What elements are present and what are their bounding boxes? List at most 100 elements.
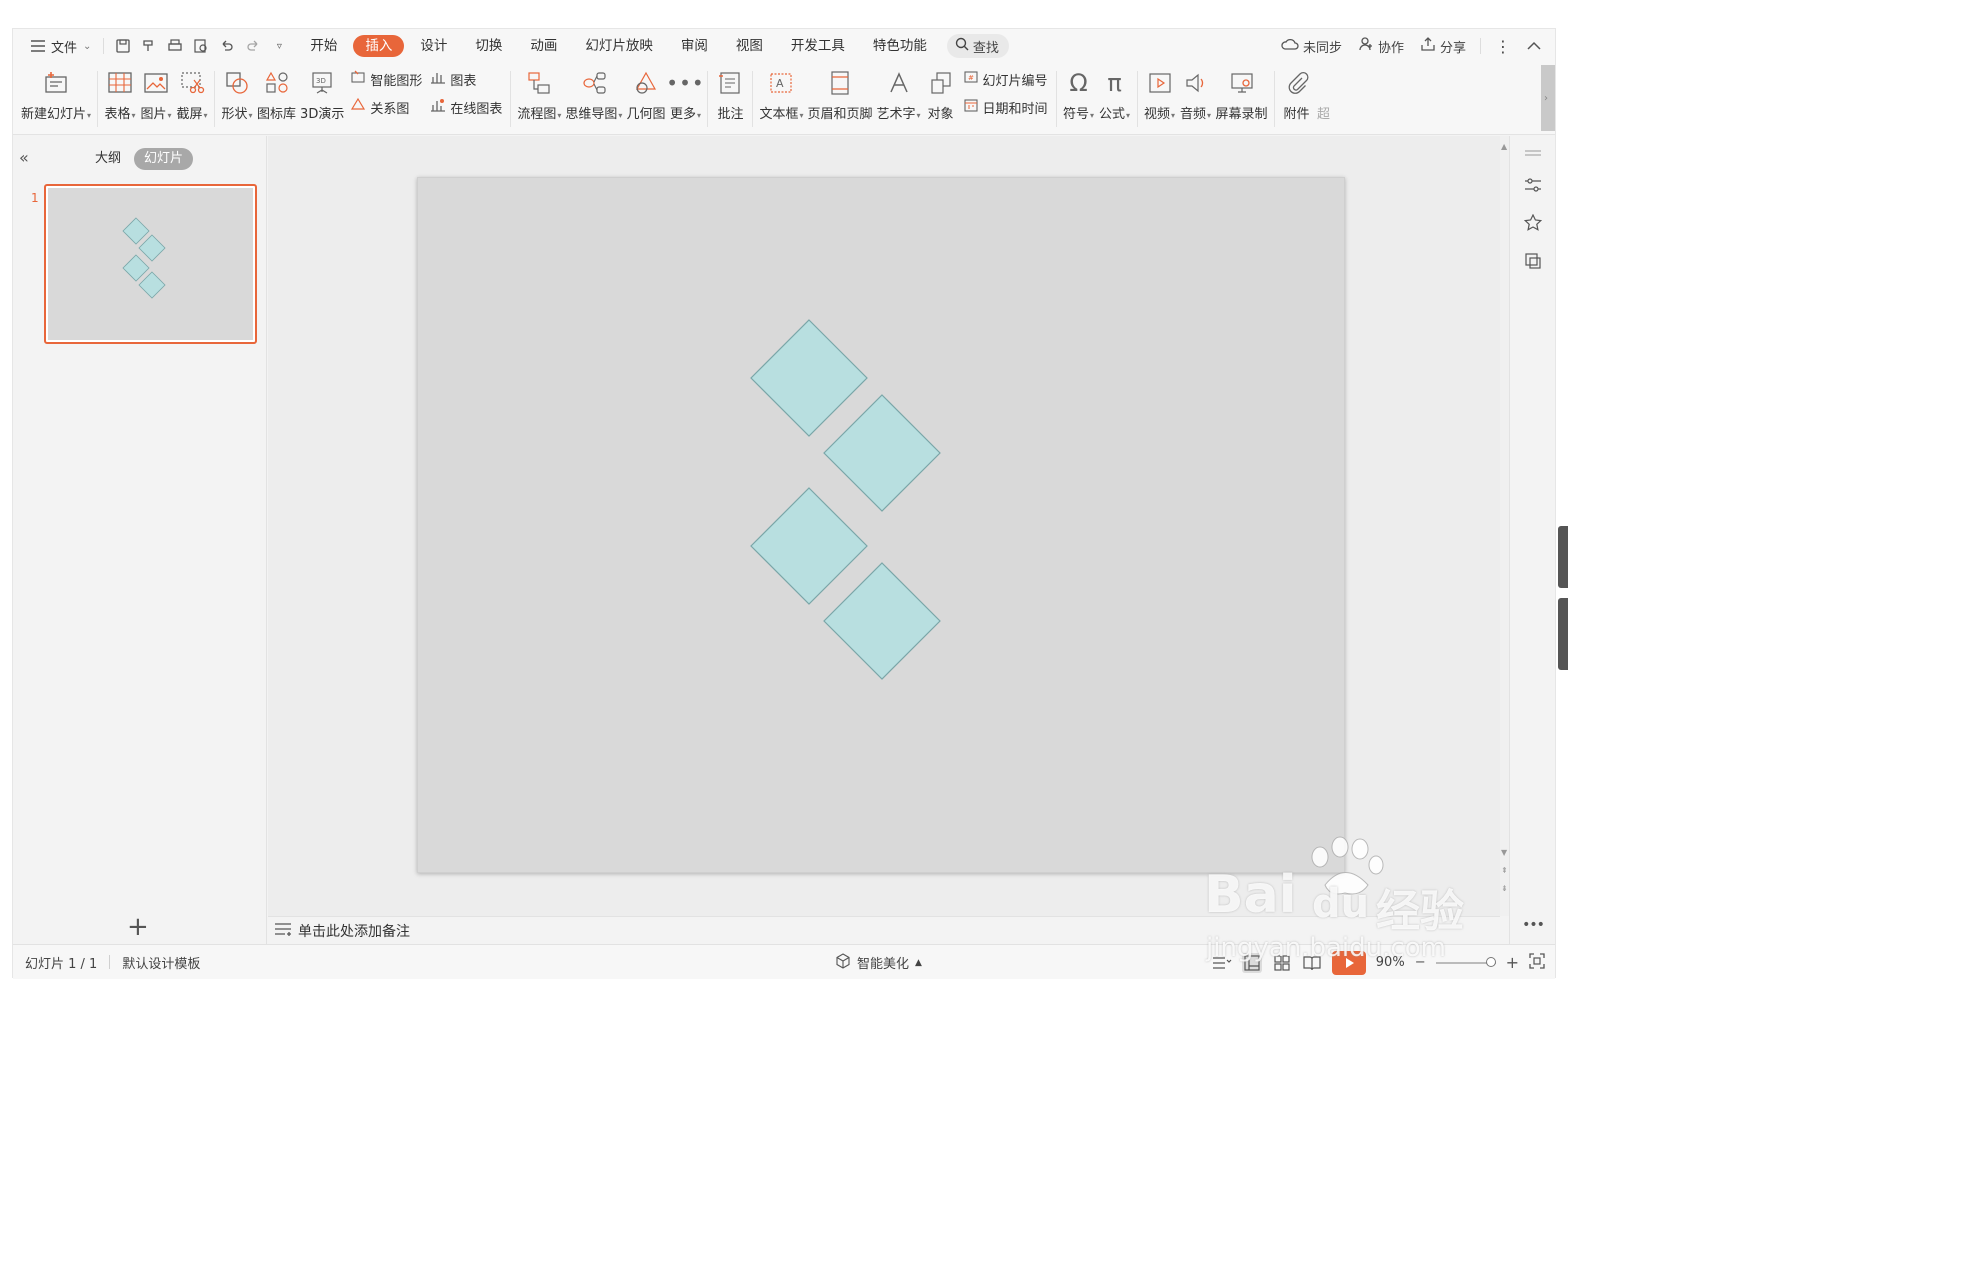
- diamond-shape-2[interactable]: [823, 394, 941, 512]
- tab-developer[interactable]: 开发工具: [779, 35, 857, 57]
- chart-button[interactable]: 图表: [430, 69, 502, 89]
- ribbon-scrollbar[interactable]: ›: [1541, 65, 1555, 131]
- attachment-button[interactable]: 附件: [1281, 63, 1313, 135]
- audio-button[interactable]: 音频▾: [1180, 63, 1212, 135]
- 3d-demo-button[interactable]: 3D 3D演示: [300, 63, 344, 135]
- table-label: 表格: [104, 107, 131, 122]
- more-dots-icon[interactable]: •••: [1522, 914, 1545, 936]
- redo-icon[interactable]: [244, 37, 262, 55]
- overflow-button[interactable]: 超: [1317, 63, 1331, 135]
- customize-toolbar-icon[interactable]: ▿: [270, 37, 288, 55]
- collapse-ribbon-icon[interactable]: [1521, 41, 1547, 51]
- file-menu[interactable]: 文件 ⌄: [23, 34, 97, 58]
- slide-canvas[interactable]: [417, 177, 1345, 873]
- comment-button[interactable]: 批注: [714, 63, 746, 135]
- star-icon[interactable]: [1522, 212, 1544, 234]
- online-chart-button[interactable]: 在线图表: [430, 97, 502, 117]
- sync-button[interactable]: 未同步: [1275, 37, 1348, 56]
- slide-thumbnail[interactable]: [44, 184, 257, 344]
- tab-insert[interactable]: 插入: [353, 35, 405, 57]
- 3d-icon: 3D: [306, 67, 338, 99]
- tab-view[interactable]: 视图: [724, 35, 775, 57]
- zoom-slider-thumb[interactable]: [1485, 956, 1496, 967]
- formula-button[interactable]: π 公式▾: [1099, 63, 1131, 135]
- geometry-button[interactable]: 几何图: [626, 63, 665, 135]
- grid-view-icon[interactable]: [1272, 953, 1292, 973]
- tab-transition[interactable]: 切换: [463, 35, 514, 57]
- smartart-button[interactable]: 智能图形: [350, 69, 422, 89]
- fit-window-icon[interactable]: [1529, 952, 1545, 973]
- symbol-button[interactable]: Ω 符号▾: [1063, 63, 1095, 135]
- resize-icon[interactable]: [1522, 250, 1544, 272]
- notes-toggle-icon[interactable]: [1212, 953, 1232, 973]
- object-button[interactable]: 对象: [925, 63, 957, 135]
- screen-record-button[interactable]: 屏幕录制: [1216, 63, 1268, 135]
- picture-button[interactable]: 图片▾: [140, 63, 172, 135]
- tab-outline[interactable]: 大纲: [85, 148, 131, 170]
- side-widget-handle[interactable]: [1558, 598, 1568, 670]
- share-label: 分享: [1439, 40, 1466, 56]
- tab-review[interactable]: 审阅: [669, 35, 720, 57]
- save-icon[interactable]: [114, 37, 132, 55]
- collaborate-button[interactable]: 协作: [1352, 36, 1410, 56]
- diamond-shape-3[interactable]: [750, 487, 868, 605]
- reading-view-icon[interactable]: [1302, 953, 1322, 973]
- table-button[interactable]: 表格▾: [104, 63, 136, 135]
- drag-handle-icon[interactable]: [1522, 142, 1544, 164]
- zoom-slider[interactable]: [1435, 956, 1496, 967]
- search-icon: [955, 37, 969, 55]
- video-button[interactable]: 视频▾: [1144, 63, 1176, 135]
- play-slideshow-button[interactable]: [1331, 950, 1366, 975]
- more-options-icon[interactable]: ⋮: [1489, 37, 1517, 56]
- template-name[interactable]: 默认设计模板: [110, 953, 212, 972]
- tab-slideshow[interactable]: 幻灯片放映: [573, 35, 665, 57]
- header-footer-button[interactable]: 页眉和页脚: [807, 63, 873, 135]
- flowchart-button[interactable]: 流程图▾: [517, 63, 561, 135]
- properties-icon[interactable]: [1522, 174, 1544, 196]
- search-button[interactable]: 查找: [946, 34, 1009, 58]
- format-painter-icon[interactable]: [140, 37, 158, 55]
- print-preview-icon[interactable]: [192, 37, 210, 55]
- add-slide-icon[interactable]: +: [127, 912, 149, 942]
- screenshot-label: 截屏: [176, 107, 203, 122]
- print-icon[interactable]: [166, 37, 184, 55]
- mindmap-button[interactable]: 思维导图▾: [565, 63, 622, 135]
- screenshot-button[interactable]: 截屏▾: [176, 63, 208, 135]
- diamond-shape-4[interactable]: [823, 562, 941, 680]
- tab-special[interactable]: 特色功能: [861, 35, 939, 57]
- overflow-label: 超: [1317, 107, 1331, 122]
- slide-number-label: 幻灯片编号: [982, 73, 1048, 89]
- symbol-label: 符号: [1063, 107, 1090, 122]
- diamond-shape-1[interactable]: [750, 319, 868, 437]
- 3d-demo-label: 3D演示: [300, 107, 345, 122]
- datetime-button[interactable]: 日期和时间: [963, 97, 1048, 117]
- share-button[interactable]: 分享: [1414, 36, 1472, 56]
- notes-pane[interactable]: 单击此处添加备注: [268, 916, 1500, 944]
- textbox-button[interactable]: A 文本框▾: [759, 63, 803, 135]
- tab-design[interactable]: 设计: [408, 35, 459, 57]
- icon-library-button[interactable]: 图标库: [257, 63, 296, 135]
- slide-number-button[interactable]: # 幻灯片编号: [963, 69, 1048, 89]
- svg-text:#: #: [968, 74, 974, 82]
- zoom-level[interactable]: 90%: [1376, 955, 1405, 970]
- undo-icon[interactable]: [218, 37, 236, 55]
- relation-chart-button[interactable]: 关系图: [350, 97, 422, 117]
- smart-beautify-button[interactable]: 智能美化 ▲: [835, 945, 922, 980]
- slide-editor: [268, 136, 1500, 916]
- zoom-out-icon[interactable]: −: [1415, 955, 1426, 970]
- tab-slides[interactable]: 幻灯片: [134, 148, 194, 170]
- new-slide-button[interactable]: 新建幻灯片▾: [21, 63, 91, 135]
- sync-label: 未同步: [1302, 40, 1342, 56]
- zoom-in-icon[interactable]: +: [1506, 953, 1519, 972]
- normal-view-icon[interactable]: [1241, 952, 1262, 973]
- side-widget-handle[interactable]: [1558, 526, 1568, 588]
- tab-home[interactable]: 开始: [298, 35, 349, 57]
- icon-library-label: 图标库: [257, 107, 297, 122]
- tab-animation[interactable]: 动画: [518, 35, 569, 57]
- wordart-button[interactable]: 艺术字▾: [877, 63, 921, 135]
- collapse-panel-icon[interactable]: «: [19, 148, 29, 167]
- shapes-button[interactable]: 形状▾: [221, 63, 253, 135]
- more-button[interactable]: ••• 更多▾: [666, 63, 703, 135]
- panel-header: « 大纲 幻灯片: [13, 148, 266, 170]
- geometry-label: 几何图: [626, 107, 666, 122]
